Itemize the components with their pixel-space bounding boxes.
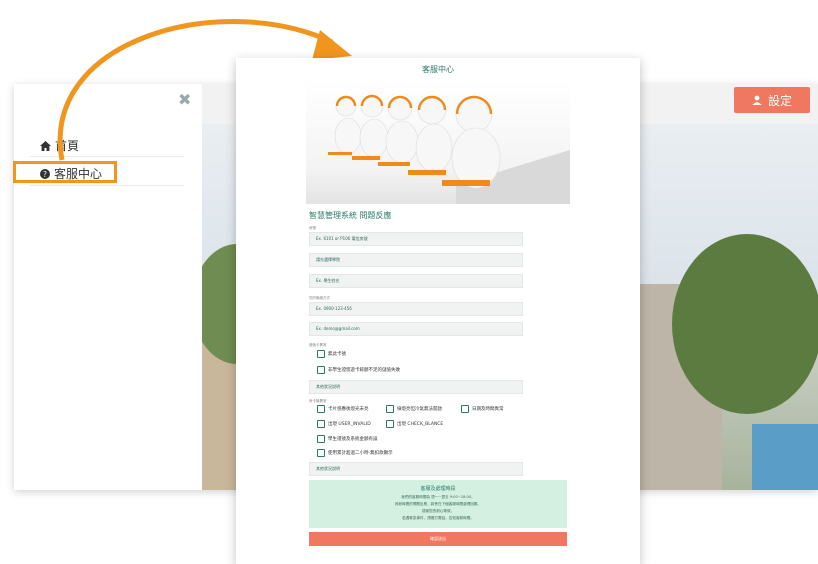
form-heading: 智慧管理系統 問題反應 bbox=[309, 211, 392, 220]
checkbox-label: 出現 USER_INVALID bbox=[328, 422, 371, 427]
hero-image-call-center-agents bbox=[306, 80, 570, 204]
checkbox[interactable] bbox=[317, 449, 325, 457]
checkbox-label: 學生證號及系統金額有誤 bbox=[328, 437, 378, 442]
checkbox-label: 綠燈亮但冷氣無法開啟 bbox=[397, 407, 442, 412]
checkbox-no-card[interactable]: 無此卡號 bbox=[317, 350, 346, 358]
service-hours-notice: 客服及處理時段 我們的客服時間為 週一~週五 9:00~18:00。 其餘時間的… bbox=[309, 480, 567, 528]
headset-agents-illustration bbox=[328, 94, 570, 204]
checkbox[interactable] bbox=[317, 366, 325, 374]
submit-button[interactable]: 確認送出 bbox=[309, 532, 567, 546]
notice-line: 其餘時間的問題反應，將會在下個客服時間處理回覆。 bbox=[394, 502, 482, 506]
other-description-input-2[interactable]: 其他狀況說明 bbox=[309, 462, 523, 476]
checkbox-label: 出現 CHECK_BLANCE bbox=[397, 422, 444, 427]
checkbox[interactable] bbox=[461, 405, 469, 413]
room-input[interactable]: Ex. 6101 or P106 電信房號 bbox=[309, 232, 523, 246]
checkbox-label: 卡片感應後燈光未亮 bbox=[328, 407, 369, 412]
email-input[interactable]: Ex. demo@gmail.com bbox=[309, 322, 523, 336]
checkbox[interactable] bbox=[317, 405, 325, 413]
checkbox-label: 非學生證悠遊卡餘額不足的儲值失敗 bbox=[328, 368, 400, 373]
checkbox-ac-not-start[interactable]: 綠燈亮但冷氣無法開啟 bbox=[386, 405, 442, 413]
checkbox-over-two-hours[interactable]: 使用累計超過二小時-無扣款顯示 bbox=[317, 449, 393, 457]
checkbox[interactable] bbox=[317, 435, 325, 443]
checkbox[interactable] bbox=[317, 420, 325, 428]
college-select[interactable]: 請先選擇學院 bbox=[309, 253, 523, 267]
checkbox[interactable] bbox=[317, 350, 325, 358]
notice-line: 若遇緊急事件，請撥打電話，告知客服時間。 bbox=[402, 516, 474, 520]
checkbox-insufficient-balance[interactable]: 非學生證悠遊卡餘額不足的儲值失敗 bbox=[317, 366, 400, 374]
notice-line: 感謝您的耐心等候， bbox=[421, 509, 455, 513]
support-form-card: 客服中心 智慧管理系統 問題反應 房號 Ex. 6101 or P106 電信房… bbox=[236, 58, 640, 564]
checkbox-date-time-error[interactable]: 日期及時間異常 bbox=[461, 405, 504, 413]
checkbox-amount-error[interactable]: 學生證號及系統金額有誤 bbox=[317, 435, 378, 443]
contact-label: 您的聯絡方式 bbox=[309, 296, 330, 300]
checkbox-user-invalid[interactable]: 出現 USER_INVALID bbox=[317, 420, 371, 428]
checkbox[interactable] bbox=[386, 405, 394, 413]
card-title: 客服中心 bbox=[422, 65, 454, 74]
checkbox-label: 日期及時間異常 bbox=[472, 407, 504, 412]
other-description-input[interactable]: 其他狀況說明 bbox=[309, 380, 523, 394]
phone-input[interactable]: Ex. 0900-123-456 bbox=[309, 302, 523, 316]
section1-label: 儲值卡異常 bbox=[309, 343, 327, 347]
checkbox-label: 使用累計超過二小時-無扣款顯示 bbox=[328, 451, 393, 456]
student-name-input[interactable]: Ex. 學生姓名 bbox=[309, 274, 523, 288]
checkbox-light-not-on[interactable]: 卡片感應後燈光未亮 bbox=[317, 405, 369, 413]
checkbox-label: 無此卡號 bbox=[328, 352, 346, 357]
checkbox[interactable] bbox=[386, 420, 394, 428]
checkbox-check-blance[interactable]: 出現 CHECK_BLANCE bbox=[386, 420, 443, 428]
section2-label: 房卡機異常 bbox=[309, 399, 327, 403]
notice-line: 我們的客服時間為 週一~週五 9:00~18:00。 bbox=[401, 495, 475, 499]
notice-title: 客服及處理時段 bbox=[420, 486, 456, 492]
room-label: 房號 bbox=[309, 226, 316, 230]
